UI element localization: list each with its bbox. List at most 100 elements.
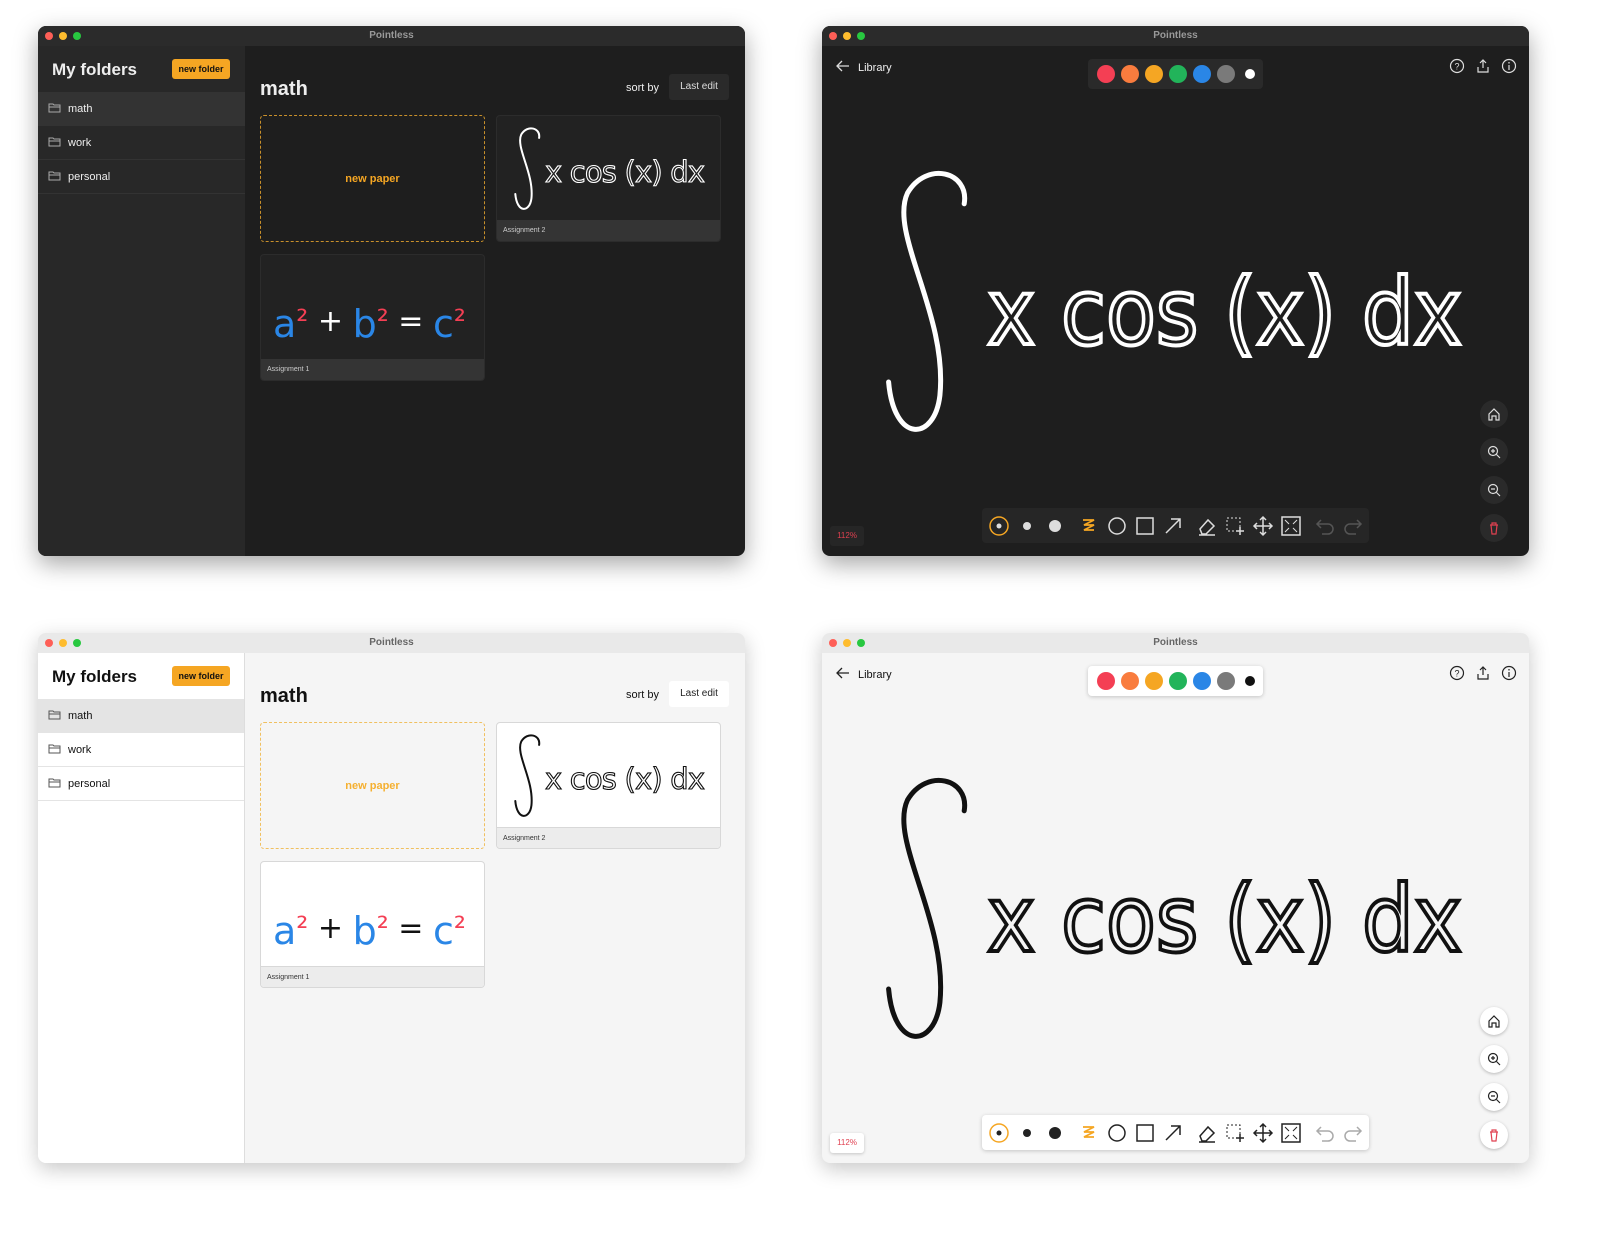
pen-small-icon[interactable]	[988, 1121, 1010, 1145]
new-paper-button[interactable]: new paper	[260, 722, 485, 849]
zoom-level: 112%	[830, 1133, 864, 1153]
paper-preview-text: x cos (x) dx	[545, 155, 705, 189]
fit-screen-icon[interactable]	[1280, 1121, 1302, 1145]
page-title: math	[260, 685, 308, 707]
sidebar-item-math[interactable]: math	[38, 699, 244, 733]
rectangle-icon[interactable]	[1134, 1121, 1156, 1145]
new-paper-label: new paper	[345, 172, 400, 185]
folder-icon	[48, 136, 61, 150]
window-controls	[45, 639, 81, 647]
paper-card[interactable]: x cos (x) dx Assignment 2	[496, 115, 721, 242]
folder-list: math work personal	[38, 92, 245, 194]
paper-name: Assignment 2	[497, 220, 720, 241]
paper-card[interactable]: x cos (x) dx Assignment 2	[496, 722, 721, 849]
scribble-icon[interactable]	[1078, 514, 1100, 538]
select-add-icon[interactable]	[1224, 1121, 1246, 1145]
integral-stroke	[514, 127, 541, 210]
home-button[interactable]	[1480, 1007, 1508, 1035]
drawing-canvas[interactable]: x cos (x) dx	[822, 26, 1529, 556]
arrow-icon[interactable]	[1162, 514, 1184, 538]
zoom-button[interactable]	[73, 639, 81, 647]
integral-stroke	[886, 171, 968, 432]
paper-preview-formula: a² + b² = c²	[273, 909, 466, 953]
folder-label: math	[68, 102, 93, 115]
folder-icon	[48, 102, 61, 116]
pen-medium-icon[interactable]	[1016, 514, 1038, 538]
drawing-toolbar	[982, 508, 1369, 543]
minimize-button[interactable]	[59, 639, 67, 647]
paper-card[interactable]: a² + b² = c² Assignment 1	[260, 254, 485, 381]
select-add-icon[interactable]	[1224, 514, 1246, 538]
drawing-canvas[interactable]: x cos (x) dx	[822, 633, 1529, 1163]
fit-screen-icon[interactable]	[1280, 514, 1302, 538]
pen-small-icon[interactable]	[988, 514, 1010, 538]
redo-icon[interactable]	[1342, 514, 1364, 538]
folder-label: personal	[68, 170, 111, 183]
view-controls	[1480, 400, 1508, 542]
home-icon	[1487, 407, 1501, 421]
zoom-in-button[interactable]	[1480, 438, 1508, 466]
sidebar-item-personal[interactable]: personal	[38, 767, 244, 801]
undo-icon[interactable]	[1314, 1121, 1336, 1145]
light-library-window: Pointless My folders new folder math work…	[38, 633, 745, 1163]
sidebar-item-personal[interactable]: personal	[38, 160, 245, 194]
title-bar: Pointless	[38, 633, 745, 653]
sidebar-item-math[interactable]: math	[38, 92, 245, 126]
pen-large-icon[interactable]	[1044, 1121, 1066, 1145]
zoom-out-icon	[1487, 1090, 1501, 1104]
undo-icon[interactable]	[1314, 514, 1336, 538]
close-button[interactable]	[45, 639, 53, 647]
sort-select[interactable]: Last edit	[669, 74, 729, 100]
folder-label: math	[68, 709, 93, 722]
title-bar: Pointless	[38, 26, 745, 46]
equation-text: x cos (x) dx	[987, 259, 1462, 366]
circle-icon[interactable]	[1106, 514, 1128, 538]
sidebar: My folders new folder math work personal	[38, 46, 245, 556]
window-title: Pointless	[369, 30, 414, 41]
eraser-icon[interactable]	[1196, 514, 1218, 538]
equation-text: x cos (x) dx	[987, 866, 1462, 973]
trash-button[interactable]	[1480, 1121, 1508, 1149]
sidebar-item-work[interactable]: work	[38, 126, 245, 160]
paper-preview-formula: a² + b² = c²	[273, 302, 466, 346]
scribble-icon[interactable]	[1078, 1121, 1100, 1145]
window-title: Pointless	[369, 637, 414, 648]
sidebar: My folders new folder math work personal	[38, 653, 245, 1163]
zoom-in-button[interactable]	[1480, 1045, 1508, 1073]
eraser-icon[interactable]	[1196, 1121, 1218, 1145]
rectangle-icon[interactable]	[1134, 514, 1156, 538]
home-button[interactable]	[1480, 400, 1508, 428]
dark-library-window: Pointless My folders new folder math work…	[38, 26, 745, 556]
redo-icon[interactable]	[1342, 1121, 1364, 1145]
pen-large-icon[interactable]	[1044, 514, 1066, 538]
paper-preview-text: x cos (x) dx	[545, 762, 705, 796]
sidebar-title: My folders	[52, 667, 138, 686]
sidebar-title: My folders	[52, 60, 138, 79]
new-folder-button[interactable]: new folder	[172, 666, 230, 686]
zoom-out-button[interactable]	[1480, 1083, 1508, 1111]
folder-label: work	[68, 743, 92, 756]
zoom-button[interactable]	[73, 32, 81, 40]
move-icon[interactable]	[1252, 514, 1274, 538]
trash-icon	[1487, 1128, 1501, 1142]
move-icon[interactable]	[1252, 1121, 1274, 1145]
new-folder-button[interactable]: new folder	[172, 59, 230, 79]
sidebar-item-work[interactable]: work	[38, 733, 244, 767]
trash-button[interactable]	[1480, 514, 1508, 542]
window-controls	[45, 32, 81, 40]
paper-card[interactable]: a² + b² = c² Assignment 1	[260, 861, 485, 988]
sort-select[interactable]: Last edit	[669, 681, 729, 707]
close-button[interactable]	[45, 32, 53, 40]
arrow-icon[interactable]	[1162, 1121, 1184, 1145]
folder-label: personal	[68, 777, 111, 790]
zoom-out-button[interactable]	[1480, 476, 1508, 504]
pen-medium-icon[interactable]	[1016, 1121, 1038, 1145]
new-paper-label: new paper	[345, 779, 400, 792]
zoom-out-icon	[1487, 483, 1501, 497]
circle-icon[interactable]	[1106, 1121, 1128, 1145]
trash-icon	[1487, 521, 1501, 535]
new-paper-button[interactable]: new paper	[260, 115, 485, 242]
minimize-button[interactable]	[59, 32, 67, 40]
integral-stroke	[514, 734, 541, 817]
light-editor-window: Pointless Library ? x cos (x) dx 112%	[822, 633, 1529, 1163]
